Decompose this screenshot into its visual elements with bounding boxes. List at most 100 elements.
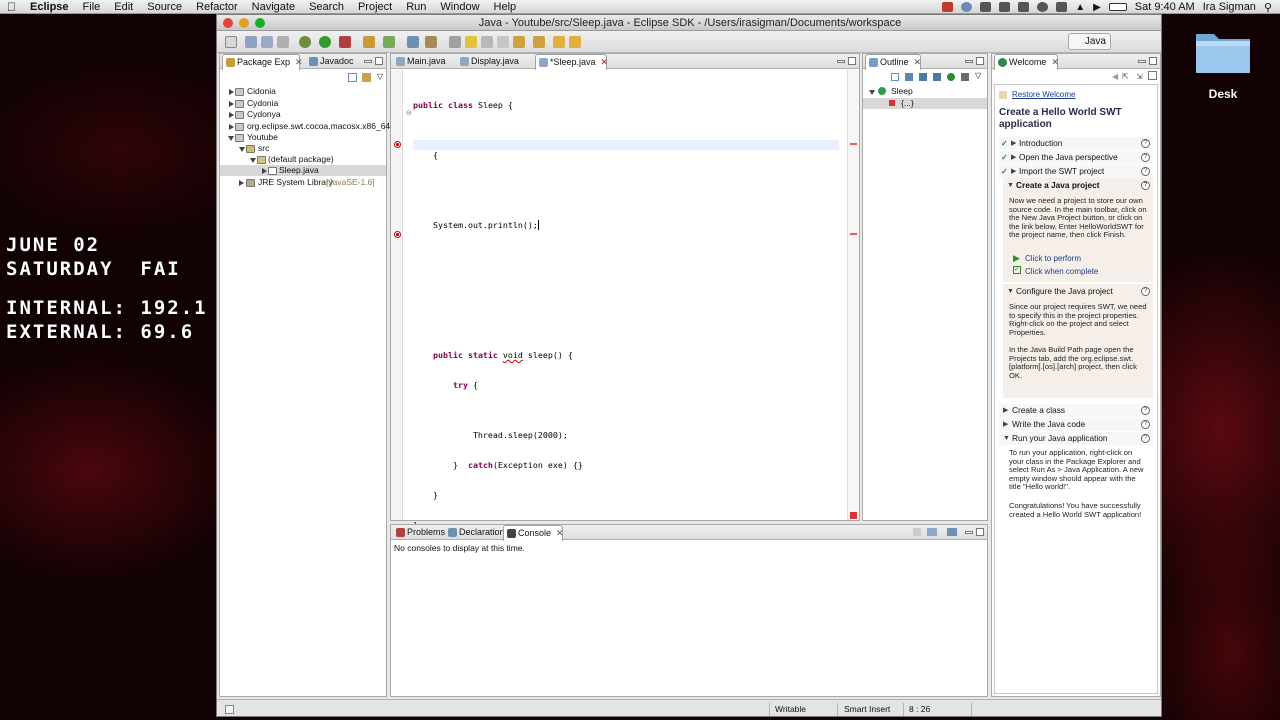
link-editor-icon[interactable]: [362, 73, 371, 82]
outline-initializer[interactable]: {...}: [863, 98, 987, 109]
maximize-view-icon[interactable]: [375, 57, 383, 65]
tab-declaration[interactable]: Declaration: [445, 525, 505, 540]
new-icon[interactable]: [225, 36, 237, 48]
click-when-complete-icon[interactable]: ✓: [1013, 266, 1021, 274]
menu-edit[interactable]: Edit: [107, 0, 140, 14]
minimize-window-icon[interactable]: [239, 18, 249, 28]
welcome-back-icon[interactable]: ◀: [1112, 72, 1118, 81]
menubar-clock[interactable]: Sat 9:40 AM: [1135, 1, 1195, 13]
maximize-view-icon[interactable]: [976, 528, 984, 536]
tab-problems[interactable]: Problems: [393, 525, 445, 540]
tab-sleep-java[interactable]: *Sleep.java ✕: [535, 54, 608, 70]
error-summary-icon[interactable]: [850, 512, 857, 519]
restore-icon[interactable]: [999, 91, 1007, 99]
window-titlebar[interactable]: Java - Youtube/src/Sleep.java - Eclipse …: [217, 15, 1161, 31]
battery-icon[interactable]: [1108, 3, 1127, 11]
tab-javadoc[interactable]: Javadoc: [306, 54, 354, 69]
spotlight-icon[interactable]: ⚲: [1264, 1, 1272, 14]
menu-search[interactable]: Search: [302, 0, 351, 14]
tab-package-explorer[interactable]: Package Exp ✕: [222, 54, 303, 70]
time-machine-icon[interactable]: [1037, 2, 1049, 12]
tree-item-sleep-java[interactable]: Sleep.java: [220, 165, 386, 176]
tab-outline[interactable]: Outline ✕: [865, 54, 921, 70]
tree-item-src[interactable]: src: [220, 143, 386, 154]
pin-console-icon[interactable]: [913, 528, 921, 536]
menu-window[interactable]: Window: [433, 0, 486, 14]
desktop-folder-label[interactable]: Desk: [1185, 87, 1261, 101]
status-icon-eye[interactable]: [980, 2, 992, 12]
view-menu-icon[interactable]: ▽: [377, 72, 383, 81]
step-import-swt[interactable]: ✓ ▶ Import the SWT project?: [999, 165, 1153, 178]
minimize-view-icon[interactable]: [965, 531, 973, 534]
welcome-restore-icon[interactable]: ⇲: [1136, 72, 1143, 81]
status-icon-red[interactable]: [942, 2, 954, 12]
save-all-icon[interactable]: [261, 36, 273, 48]
display-console-icon[interactable]: [927, 528, 937, 536]
minimize-view-icon[interactable]: [837, 60, 845, 63]
step-configure-project[interactable]: ▼ Configure the Java project?: [1003, 285, 1153, 298]
tree-item-cydonya[interactable]: Cydonya: [220, 109, 386, 120]
tree-item-cidonia[interactable]: Cidonia: [220, 86, 386, 97]
welcome-home-icon[interactable]: ⇱: [1122, 72, 1129, 81]
maximize-view-icon[interactable]: [848, 57, 856, 65]
editor-code[interactable]: public class Sleep { { System.out.printl…: [413, 80, 839, 660]
block-selection-icon[interactable]: [481, 36, 493, 48]
menu-run[interactable]: Run: [399, 0, 433, 14]
zoom-window-icon[interactable]: [255, 18, 265, 28]
tab-welcome[interactable]: Welcome ✕: [994, 54, 1059, 70]
forward-icon[interactable]: [569, 36, 581, 48]
next-annotation-icon[interactable]: [513, 36, 525, 48]
tree-item-cydonia[interactable]: Cydonia: [220, 98, 386, 109]
menu-source[interactable]: Source: [140, 0, 189, 14]
back-icon[interactable]: [553, 36, 565, 48]
bluetooth-icon[interactable]: [1056, 2, 1068, 12]
search-icon[interactable]: [425, 36, 437, 48]
close-tab-icon[interactable]: ✕: [556, 528, 564, 538]
minimize-view-icon[interactable]: [965, 60, 973, 63]
save-icon[interactable]: [245, 36, 257, 48]
hide-fields-icon[interactable]: [919, 73, 927, 81]
step-write-code[interactable]: ▶ Write the Java code?: [999, 418, 1153, 431]
step-introduction[interactable]: ✓ ▶ Introduction?: [999, 137, 1153, 150]
close-tab-icon[interactable]: ✕: [914, 57, 922, 67]
open-console-icon[interactable]: [947, 528, 957, 536]
menu-navigate[interactable]: Navigate: [245, 0, 302, 14]
status-icon-display[interactable]: [999, 2, 1011, 12]
menu-help[interactable]: Help: [487, 0, 524, 14]
minimize-view-icon[interactable]: [1138, 60, 1146, 63]
step-create-java-project[interactable]: ▼ Create a Java project?: [1003, 179, 1153, 192]
collapse-all-icon[interactable]: [348, 73, 357, 82]
wifi-icon[interactable]: ▲: [1075, 2, 1085, 13]
close-window-icon[interactable]: [223, 18, 233, 28]
restore-welcome-link[interactable]: Restore Welcome: [1012, 90, 1075, 99]
step-create-class[interactable]: ▶ Create a class?: [999, 404, 1153, 417]
fast-view-icon[interactable]: [225, 705, 234, 714]
highlight-icon[interactable]: [465, 36, 477, 48]
menu-app-eclipse[interactable]: Eclipse: [23, 0, 76, 14]
error-overview-mark[interactable]: [850, 233, 857, 235]
prev-annotation-icon[interactable]: [533, 36, 545, 48]
hide-local-types-icon[interactable]: [961, 73, 969, 81]
view-menu-icon[interactable]: ▽: [975, 71, 981, 80]
outline-class-sleep[interactable]: Sleep: [863, 86, 987, 97]
new-package-icon[interactable]: [383, 36, 395, 48]
status-icon-globe[interactable]: [961, 2, 973, 12]
step-java-perspective[interactable]: ✓ ▶ Open the Java perspective?: [999, 151, 1153, 164]
welcome-menu-icon[interactable]: [1148, 71, 1157, 80]
tree-item-youtube[interactable]: Youtube: [220, 132, 386, 143]
tab-console[interactable]: Console ✕: [503, 525, 564, 541]
minimize-view-icon[interactable]: [364, 60, 372, 63]
hide-nonpublic-icon[interactable]: [947, 73, 955, 81]
menubar-user[interactable]: Ira Sigman: [1203, 1, 1256, 13]
tab-main-java[interactable]: Main.java: [393, 54, 446, 69]
maximize-view-icon[interactable]: [976, 57, 984, 65]
sort-icon[interactable]: [905, 73, 913, 81]
menu-file[interactable]: File: [76, 0, 108, 14]
error-overview-mark[interactable]: [850, 143, 857, 145]
tree-item-default-package[interactable]: (default package): [220, 154, 386, 165]
status-icon-box[interactable]: [1018, 2, 1030, 12]
collapse-all-icon[interactable]: [891, 73, 899, 81]
volume-icon[interactable]: ▶: [1093, 2, 1101, 13]
tree-item-jre[interactable]: JRE System Library [JavaSE-1.6]: [220, 177, 386, 188]
error-marker-icon[interactable]: [394, 141, 401, 148]
